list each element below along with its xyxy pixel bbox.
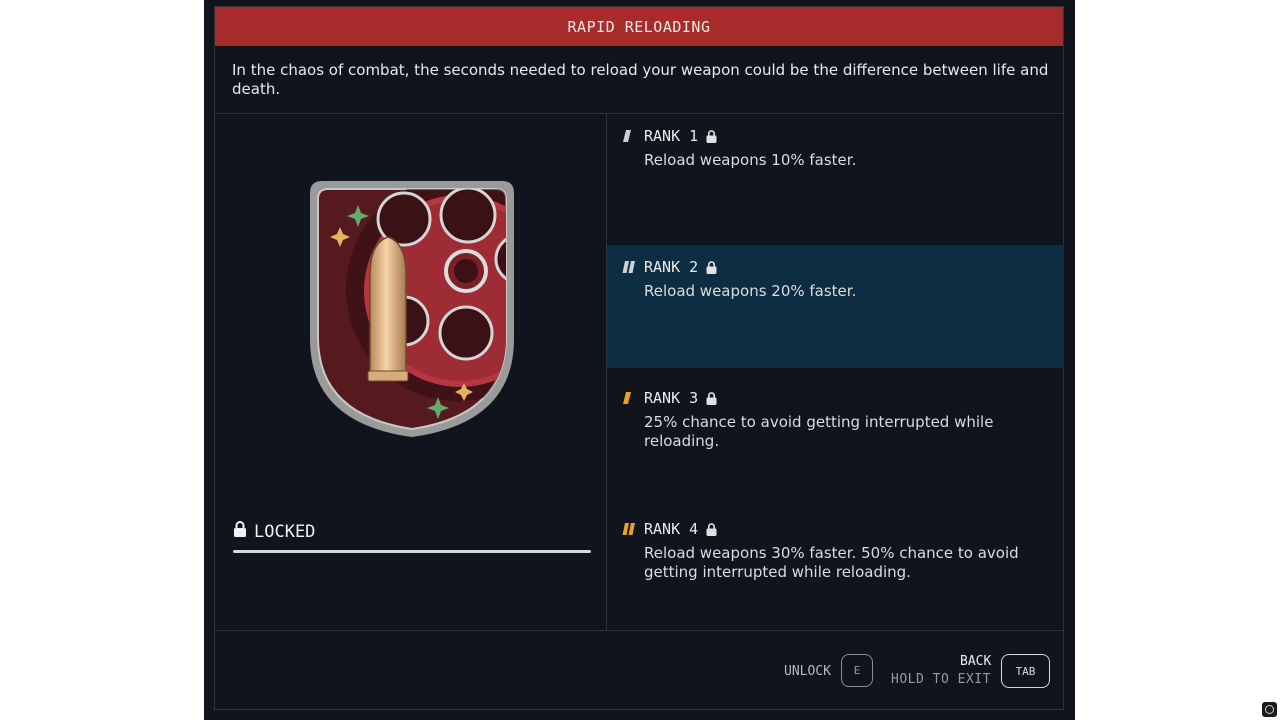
lock-icon [233,521,247,542]
rank-description: Reload weapons 20% faster. [644,282,857,300]
rank-description: 25% chance to avoid getting interrupted … [644,413,994,450]
rank-2-row[interactable]: RANK 2 Reload weapons 20% faster. [607,245,1064,368]
unlock-button[interactable]: E [841,654,873,687]
lock-icon [706,391,717,405]
rank-progress-bar [233,550,591,553]
lock-icon [706,260,717,274]
lock-icon [706,129,717,143]
overlay-icon[interactable] [1262,702,1277,717]
rank-description: Reload weapons 30% faster. 50% chance to… [644,544,1019,581]
rank-1-marker-icon [623,130,631,142]
perk-frame: RAPID RELOADING In the chaos of combat, … [214,6,1064,710]
hold-to-exit-label: HOLD TO EXIT [891,672,991,687]
rank-2-marker-icon [622,261,635,273]
divider [215,630,1063,631]
rank-1-row[interactable]: RANK 1 Reload weapons 10% faster. [607,114,1064,245]
unlock-label: UNLOCK [784,664,831,679]
rank-4-marker-icon [622,523,635,535]
rank-3-marker-icon [623,392,631,404]
back-button[interactable]: TAB [1001,654,1050,688]
rank-label: RANK 1 [644,127,699,145]
rank-description: Reload weapons 10% faster. [644,151,857,169]
perk-title: RAPID RELOADING [567,17,711,36]
lock-status-label: LOCKED [254,521,316,542]
rank-3-row[interactable]: RANK 3 25% chance to avoid getting inter… [607,376,1064,499]
unlock-key-label: E [853,664,861,677]
rank-label: RANK 3 [644,389,699,407]
perk-description: In the chaos of combat, the seconds need… [232,61,1049,98]
rank-4-row[interactable]: RANK 4 Reload weapons 30% faster. 50% ch… [607,507,1064,630]
perk-panel: RAPID RELOADING In the chaos of combat, … [204,0,1075,720]
perk-title-bar: RAPID RELOADING [215,7,1063,46]
back-label: BACK [960,654,992,669]
lock-icon [706,522,717,536]
rank-label: RANK 4 [644,520,699,538]
rank-label: RANK 2 [644,258,699,276]
rapid-reloading-badge-icon [308,179,516,439]
lock-status: LOCKED [233,521,315,542]
back-key-label: TAB [1015,664,1036,678]
